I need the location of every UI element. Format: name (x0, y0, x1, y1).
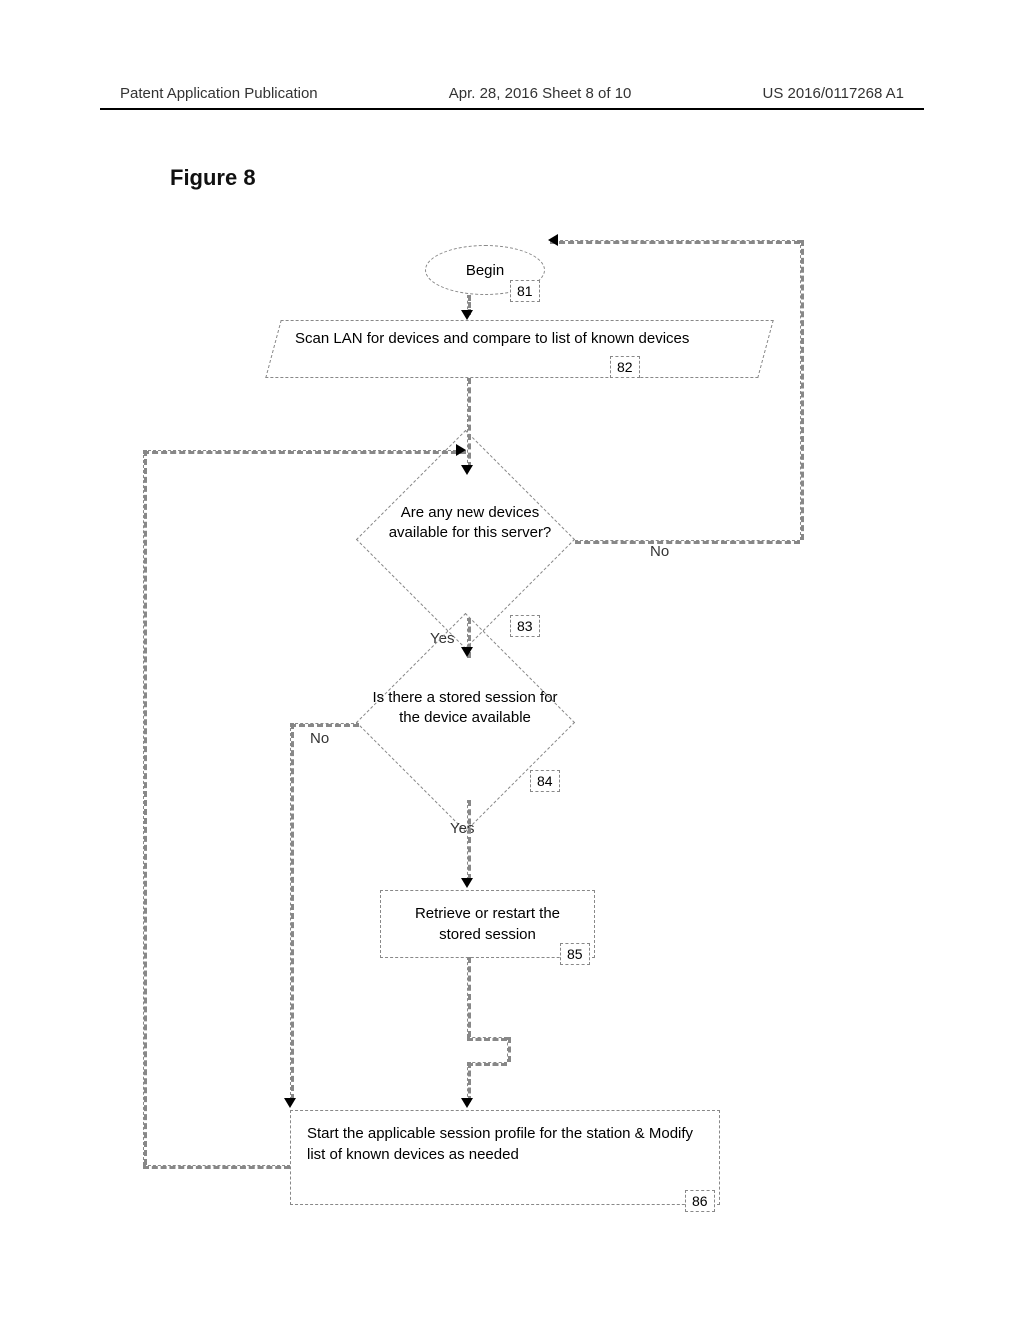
decision2-text: Is there a stored session for the device… (370, 688, 560, 727)
decision1-text: Are any new devices available for this s… (380, 503, 560, 542)
header-left: Patent Application Publication (120, 85, 318, 102)
flowchart-diagram: Begin 81 Scan LAN for devices and compar… (0, 240, 1024, 1240)
ref-84: 84 (530, 770, 560, 792)
connector-line (143, 450, 466, 454)
connector-line (800, 240, 804, 540)
header-separator (100, 108, 924, 110)
scan-text: Scan LAN for devices and compare to list… (295, 328, 715, 349)
connector-line (467, 1062, 471, 1102)
start-profile-text: Start the applicable session profile for… (307, 1125, 693, 1163)
connector-line (575, 540, 800, 544)
begin-label: Begin (466, 262, 504, 279)
header-center: Apr. 28, 2016 Sheet 8 of 10 (449, 85, 632, 102)
start-profile-process: Start the applicable session profile for… (290, 1110, 720, 1205)
arrow-icon (461, 1098, 473, 1108)
connector-line (467, 1037, 507, 1041)
retrieve-text: Retrieve or restart the stored session (415, 905, 560, 943)
header-right: US 2016/0117268 A1 (762, 85, 904, 102)
no-label-2: No (310, 730, 329, 747)
patent-header: Patent Application Publication Apr. 28, … (0, 85, 1024, 102)
connector-line (143, 450, 147, 1165)
no-label-1: No (650, 543, 669, 560)
connector-line (467, 800, 471, 880)
arrow-icon (548, 234, 558, 246)
connector-line (143, 1165, 290, 1169)
arrow-icon (461, 878, 473, 888)
connector-line (290, 723, 359, 727)
ref-85: 85 (560, 943, 590, 965)
arrow-icon (284, 1098, 296, 1108)
connector-line (467, 1062, 507, 1066)
connector-line (550, 240, 800, 244)
ref-86: 86 (685, 1190, 715, 1212)
connector-line (467, 957, 471, 1037)
ref-82: 82 (610, 356, 640, 378)
ref-83: 83 (510, 615, 540, 637)
connector-line (290, 723, 294, 1100)
connector-line (507, 1037, 511, 1062)
arrow-icon (461, 310, 473, 320)
figure-title: Figure 8 (170, 165, 256, 191)
ref-81: 81 (510, 280, 540, 302)
